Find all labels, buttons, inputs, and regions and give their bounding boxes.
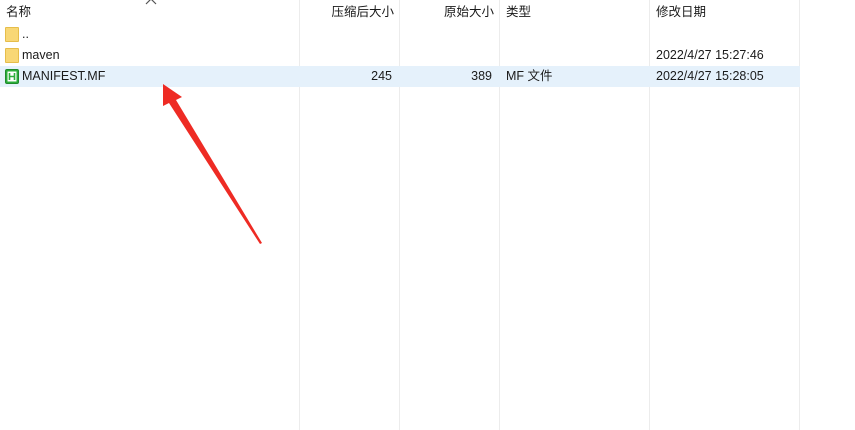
annotation-arrow: [163, 84, 262, 244]
